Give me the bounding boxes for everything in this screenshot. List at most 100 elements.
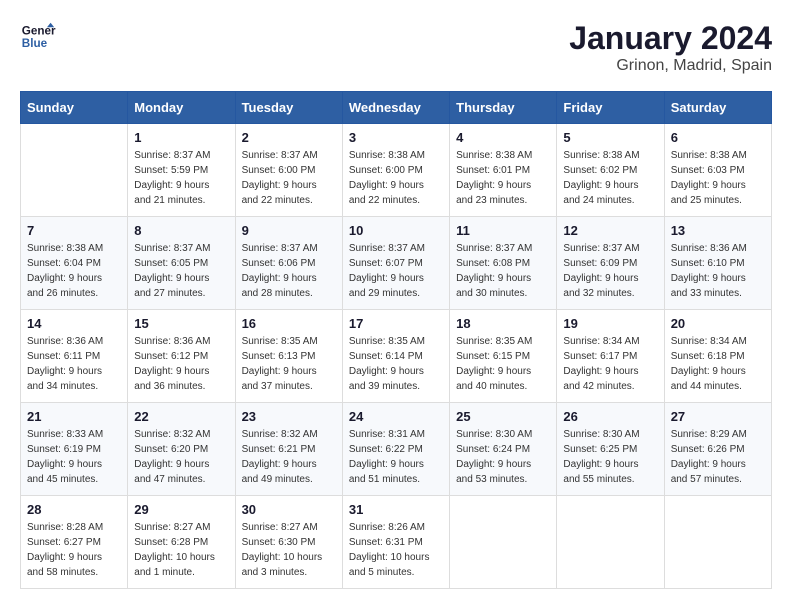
day-info: Sunrise: 8:37 AMSunset: 6:00 PMDaylight:… — [242, 148, 336, 208]
day-info: Sunrise: 8:30 AMSunset: 6:25 PMDaylight:… — [563, 427, 657, 487]
day-number: 19 — [563, 316, 657, 331]
svg-text:Blue: Blue — [22, 37, 48, 50]
calendar-day-cell: 20 Sunrise: 8:34 AMSunset: 6:18 PMDayligh… — [664, 310, 771, 403]
calendar-week-row: 28 Sunrise: 8:28 AMSunset: 6:27 PMDayligh… — [21, 496, 772, 589]
calendar-day-cell: 27 Sunrise: 8:29 AMSunset: 6:26 PMDayligh… — [664, 403, 771, 496]
day-info: Sunrise: 8:38 AMSunset: 6:04 PMDaylight:… — [27, 241, 121, 301]
calendar-day-cell: 12Sunrise: 8:37 AMSunset: 6:09 PMDayligh… — [557, 217, 664, 310]
calendar-day-cell: 25Sunrise: 8:30 AMSunset: 6:24 PMDayligh… — [450, 403, 557, 496]
calendar-day-cell: 22Sunrise: 8:32 AMSunset: 6:20 PMDayligh… — [128, 403, 235, 496]
weekday-header-row: SundayMondayTuesdayWednesdayThursdayFrid… — [21, 92, 772, 124]
day-number: 22 — [134, 409, 228, 424]
calendar-week-row: 1 Sunrise: 8:37 AMSunset: 5:59 PMDaylight… — [21, 124, 772, 217]
calendar-day-cell: 18Sunrise: 8:35 AMSunset: 6:15 PMDayligh… — [450, 310, 557, 403]
weekday-header-cell: Saturday — [664, 92, 771, 124]
weekday-header-cell: Tuesday — [235, 92, 342, 124]
day-number: 1 — [134, 130, 228, 145]
title-area: January 2024 Grinon, Madrid, Spain — [569, 20, 772, 75]
calendar-day-cell: 21 Sunrise: 8:33 AMSunset: 6:19 PMDayligh… — [21, 403, 128, 496]
weekday-header-cell: Monday — [128, 92, 235, 124]
calendar-day-cell: 2 Sunrise: 8:37 AMSunset: 6:00 PMDaylight… — [235, 124, 342, 217]
day-number: 26 — [563, 409, 657, 424]
day-info: Sunrise: 8:36 AMSunset: 6:12 PMDaylight:… — [134, 334, 228, 394]
day-number: 8 — [134, 223, 228, 238]
weekday-header-cell: Sunday — [21, 92, 128, 124]
calendar-week-row: 21 Sunrise: 8:33 AMSunset: 6:19 PMDayligh… — [21, 403, 772, 496]
day-number: 20 — [671, 316, 765, 331]
calendar-day-cell: 5 Sunrise: 8:38 AMSunset: 6:02 PMDaylight… — [557, 124, 664, 217]
day-number: 30 — [242, 502, 336, 517]
weekday-header-cell: Thursday — [450, 92, 557, 124]
calendar-day-cell: 13 Sunrise: 8:36 AMSunset: 6:10 PMDayligh… — [664, 217, 771, 310]
calendar-week-row: 14 Sunrise: 8:36 AMSunset: 6:11 PMDayligh… — [21, 310, 772, 403]
day-info: Sunrise: 8:36 AMSunset: 6:11 PMDaylight:… — [27, 334, 121, 394]
calendar-day-cell: 19 Sunrise: 8:34 AMSunset: 6:17 PMDayligh… — [557, 310, 664, 403]
day-info: Sunrise: 8:37 AMSunset: 5:59 PMDaylight:… — [134, 148, 228, 208]
calendar-day-cell: 29 Sunrise: 8:27 AMSunset: 6:28 PMDayligh… — [128, 496, 235, 589]
day-number: 28 — [27, 502, 121, 517]
calendar-day-cell: 4 Sunrise: 8:38 AMSunset: 6:01 PMDaylight… — [450, 124, 557, 217]
day-number: 14 — [27, 316, 121, 331]
logo-icon: General Blue — [20, 20, 56, 56]
day-info: Sunrise: 8:37 AMSunset: 6:05 PMDaylight:… — [134, 241, 228, 301]
calendar-day-cell: 15 Sunrise: 8:36 AMSunset: 6:12 PMDayligh… — [128, 310, 235, 403]
calendar-day-cell: 10 Sunrise: 8:37 AMSunset: 6:07 PMDayligh… — [342, 217, 449, 310]
calendar-day-cell: 9 Sunrise: 8:37 AMSunset: 6:06 PMDaylight… — [235, 217, 342, 310]
calendar-day-cell: 3 Sunrise: 8:38 AMSunset: 6:00 PMDaylight… — [342, 124, 449, 217]
day-info: Sunrise: 8:34 AMSunset: 6:17 PMDaylight:… — [563, 334, 657, 394]
calendar-day-cell: 26 Sunrise: 8:30 AMSunset: 6:25 PMDayligh… — [557, 403, 664, 496]
calendar-day-cell: 28 Sunrise: 8:28 AMSunset: 6:27 PMDayligh… — [21, 496, 128, 589]
calendar-day-cell — [664, 496, 771, 589]
day-info: Sunrise: 8:27 AMSunset: 6:30 PMDaylight:… — [242, 520, 336, 580]
calendar-day-cell: 8 Sunrise: 8:37 AMSunset: 6:05 PMDaylight… — [128, 217, 235, 310]
day-info: Sunrise: 8:32 AMSunset: 6:21 PMDaylight:… — [242, 427, 336, 487]
day-number: 12 — [563, 223, 657, 238]
logo: General Blue — [20, 20, 56, 56]
day-info: Sunrise: 8:28 AMSunset: 6:27 PMDaylight:… — [27, 520, 121, 580]
day-info: Sunrise: 8:38 AMSunset: 6:02 PMDaylight:… — [563, 148, 657, 208]
day-info: Sunrise: 8:38 AMSunset: 6:00 PMDaylight:… — [349, 148, 443, 208]
calendar-day-cell — [450, 496, 557, 589]
day-number: 2 — [242, 130, 336, 145]
day-number: 29 — [134, 502, 228, 517]
calendar-day-cell: 24 Sunrise: 8:31 AMSunset: 6:22 PMDayligh… — [342, 403, 449, 496]
day-number: 31 — [349, 502, 443, 517]
page-header: General Blue January 2024 Grinon, Madrid… — [20, 20, 772, 75]
day-number: 7 — [27, 223, 121, 238]
day-number: 24 — [349, 409, 443, 424]
day-number: 4 — [456, 130, 550, 145]
day-number: 15 — [134, 316, 228, 331]
month-title: January 2024 — [569, 20, 772, 57]
calendar-day-cell: 16Sunrise: 8:35 AMSunset: 6:13 PMDayligh… — [235, 310, 342, 403]
day-info: Sunrise: 8:36 AMSunset: 6:10 PMDaylight:… — [671, 241, 765, 301]
day-number: 27 — [671, 409, 765, 424]
calendar-week-row: 7 Sunrise: 8:38 AMSunset: 6:04 PMDaylight… — [21, 217, 772, 310]
day-number: 17 — [349, 316, 443, 331]
day-info: Sunrise: 8:30 AMSunset: 6:24 PMDaylight:… — [456, 427, 550, 487]
calendar-table: SundayMondayTuesdayWednesdayThursdayFrid… — [20, 91, 772, 589]
weekday-header-cell: Friday — [557, 92, 664, 124]
calendar-day-cell: 11Sunrise: 8:37 AMSunset: 6:08 PMDayligh… — [450, 217, 557, 310]
day-number: 13 — [671, 223, 765, 238]
calendar-day-cell: 23Sunrise: 8:32 AMSunset: 6:21 PMDayligh… — [235, 403, 342, 496]
day-info: Sunrise: 8:38 AMSunset: 6:01 PMDaylight:… — [456, 148, 550, 208]
calendar-day-cell: 31Sunrise: 8:26 AMSunset: 6:31 PMDayligh… — [342, 496, 449, 589]
day-number: 10 — [349, 223, 443, 238]
day-number: 16 — [242, 316, 336, 331]
day-info: Sunrise: 8:34 AMSunset: 6:18 PMDaylight:… — [671, 334, 765, 394]
day-number: 5 — [563, 130, 657, 145]
day-info: Sunrise: 8:33 AMSunset: 6:19 PMDaylight:… — [27, 427, 121, 487]
day-number: 3 — [349, 130, 443, 145]
day-number: 6 — [671, 130, 765, 145]
day-info: Sunrise: 8:31 AMSunset: 6:22 PMDaylight:… — [349, 427, 443, 487]
day-info: Sunrise: 8:27 AMSunset: 6:28 PMDaylight:… — [134, 520, 228, 580]
day-number: 9 — [242, 223, 336, 238]
day-number: 21 — [27, 409, 121, 424]
calendar-day-cell: 1 Sunrise: 8:37 AMSunset: 5:59 PMDaylight… — [128, 124, 235, 217]
calendar-body: 1 Sunrise: 8:37 AMSunset: 5:59 PMDaylight… — [21, 124, 772, 589]
day-info: Sunrise: 8:29 AMSunset: 6:26 PMDaylight:… — [671, 427, 765, 487]
day-info: Sunrise: 8:37 AMSunset: 6:06 PMDaylight:… — [242, 241, 336, 301]
calendar-day-cell: 17Sunrise: 8:35 AMSunset: 6:14 PMDayligh… — [342, 310, 449, 403]
day-info: Sunrise: 8:37 AMSunset: 6:07 PMDaylight:… — [349, 241, 443, 301]
day-number: 18 — [456, 316, 550, 331]
